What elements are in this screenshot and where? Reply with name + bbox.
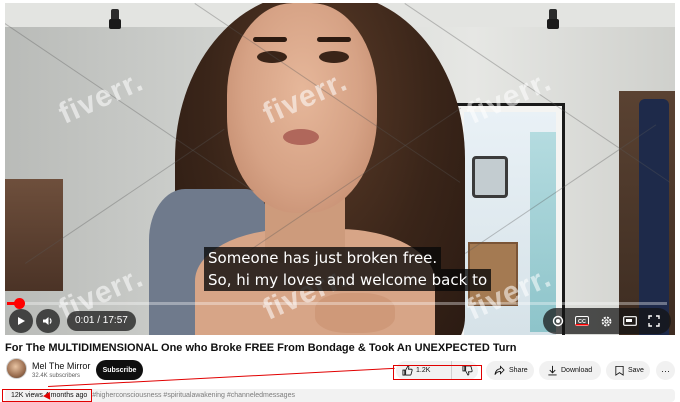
subscriber-count: 32.4K subscribers bbox=[32, 373, 81, 379]
fullscreen-icon bbox=[648, 315, 660, 327]
more-actions-button[interactable]: ··· bbox=[656, 361, 675, 380]
save-button[interactable]: Save bbox=[606, 361, 650, 380]
caption-line: Someone has just broken free. bbox=[204, 247, 442, 269]
save-playlist-icon bbox=[615, 365, 624, 376]
download-button[interactable]: Download bbox=[539, 361, 601, 380]
play-button[interactable] bbox=[9, 309, 33, 333]
youtube-watch-page: fiverr. fiverr. fiverr. fiverr. fiverr. … bbox=[0, 0, 680, 402]
channel-avatar[interactable] bbox=[6, 358, 27, 379]
cc-icon: CC bbox=[575, 316, 589, 326]
share-button[interactable]: Share bbox=[486, 361, 534, 380]
presenter-eye bbox=[319, 51, 349, 63]
share-label: Share bbox=[509, 367, 528, 374]
time-display: 0:01 / 17:57 bbox=[67, 311, 136, 331]
miniplayer-icon bbox=[623, 316, 637, 326]
autoplay-toggle[interactable] bbox=[546, 309, 570, 333]
miniplayer-button[interactable] bbox=[618, 309, 642, 333]
svg-text:CC: CC bbox=[578, 319, 586, 325]
presenter-lips bbox=[283, 129, 319, 145]
annotation-arrowhead bbox=[42, 391, 51, 401]
video-title: For The MULTIDIMENSIONAL One who Broke F… bbox=[5, 342, 517, 354]
player-controls: 0:01 / 17:57 CC bbox=[5, 308, 675, 335]
play-icon bbox=[18, 317, 25, 325]
scene-coat bbox=[639, 99, 669, 335]
closed-captions: Someone has just broken free. So, hi my … bbox=[204, 247, 492, 291]
hashtags[interactable]: #higherconsciousness #spiritualawakening… bbox=[92, 392, 295, 399]
gear-icon bbox=[601, 316, 611, 326]
autoplay-icon bbox=[552, 315, 564, 327]
volume-icon bbox=[43, 317, 52, 325]
scene-mirror bbox=[472, 156, 508, 198]
subtitles-button[interactable]: CC bbox=[570, 309, 594, 333]
presenter-brow bbox=[317, 37, 351, 42]
description-box[interactable]: 12K views 4 months ago #higherconsciousn… bbox=[5, 389, 675, 402]
channel-name[interactable]: Mel The Mirror bbox=[32, 361, 90, 371]
caption-line: So, hi my loves and welcome back to bbox=[204, 269, 492, 291]
ceiling-lamp bbox=[547, 9, 559, 29]
subscribe-button[interactable]: Subscribe bbox=[96, 360, 143, 380]
video-player[interactable]: fiverr. fiverr. fiverr. fiverr. fiverr. … bbox=[5, 3, 675, 335]
download-label: Download bbox=[561, 367, 593, 374]
share-icon bbox=[494, 365, 505, 375]
volume-button[interactable] bbox=[36, 309, 60, 333]
save-label: Save bbox=[628, 367, 644, 374]
download-icon bbox=[548, 365, 557, 376]
annotation-box-likes bbox=[393, 365, 482, 380]
ceiling-lamp bbox=[109, 9, 121, 29]
scene-artwork bbox=[5, 179, 63, 291]
fullscreen-button[interactable] bbox=[642, 309, 666, 333]
presenter-brow bbox=[253, 37, 287, 42]
progress-bar[interactable] bbox=[7, 298, 667, 309]
settings-button[interactable] bbox=[594, 309, 618, 333]
